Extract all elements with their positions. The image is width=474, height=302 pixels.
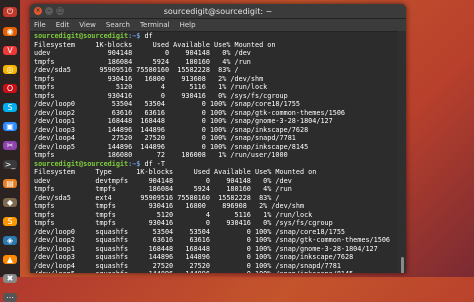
files-icon[interactable]: ▤ <box>3 179 17 188</box>
kodi-icon[interactable]: ◈ <box>3 236 17 245</box>
output-row: /dev/loop0 53504 53504 0 100% /snap/core… <box>34 100 300 108</box>
output-row: /dev/sda5 ext4 95909516 75580160 1558222… <box>34 193 280 202</box>
output-row: /dev/sda5 95909516 75580160 15582228 83%… <box>34 66 239 74</box>
prompt-user: sourcedigit@sourcedigit <box>34 159 129 168</box>
sublime-icon[interactable]: S <box>3 217 17 226</box>
output-row: /dev/loop3 squashfs 144896 144896 0 100%… <box>34 253 354 261</box>
output-row: /dev/loop4 squashfs 27520 27520 0 100% /… <box>34 261 341 270</box>
close-icon[interactable]: × <box>34 7 42 15</box>
output-row: /dev/loop4 27520 27520 0 100% /snap/snap… <box>34 134 296 142</box>
output-header: Filesystem Type 1K-blocks Used Available… <box>34 168 317 176</box>
prompt-path: :~$ <box>128 159 141 168</box>
output-row: /dev/loop3 144896 144896 0 100% /snap/in… <box>34 125 309 134</box>
scrollbar[interactable] <box>398 31 406 273</box>
output-row: /dev/loop5 squashfs 144896 144896 0 100%… <box>34 270 394 273</box>
output-row: tmpfs tmpfs 930416 0 930416 0% /sys/fs/c… <box>34 219 333 227</box>
output-row: /dev/loop1 squashfs 168448 168448 0 100%… <box>34 244 378 253</box>
gimp-icon[interactable]: ◆ <box>3 198 17 207</box>
scrollbar-thumb[interactable] <box>401 257 404 273</box>
maximize-icon[interactable]: □ <box>56 7 64 15</box>
output-row: /dev/loop5 144896 144896 0 100% /snap/in… <box>34 142 309 151</box>
window-title: sourcedigit@sourcedigit: ~ <box>163 6 273 16</box>
output-row: tmpfs 186080 72 186008 1% /run/user/1000 <box>34 151 288 159</box>
terminal-window: × – □ sourcedigit@sourcedigit: ~ File Edi… <box>30 4 406 273</box>
output-row: udev devtmpfs 904148 0 904148 0% /dev <box>34 176 292 185</box>
vivaldi-icon[interactable]: V <box>3 46 17 55</box>
output-row: tmpfs 5120 4 5116 1% /run/lock <box>34 83 268 91</box>
opera-icon[interactable]: O <box>3 84 17 93</box>
terminal-icon[interactable]: >_ <box>3 160 17 169</box>
output-row: /dev/loop2 63616 63616 0 100% /snap/gtk-… <box>34 108 345 117</box>
vlc-icon[interactable]: ▲ <box>3 255 17 264</box>
output-row: tmpfs 186084 5924 180160 4% /run <box>34 57 251 66</box>
zoom-icon[interactable]: ▣ <box>3 122 17 131</box>
output-row: tmpfs 930416 16800 913608 2% /dev/shm <box>34 74 264 83</box>
minimize-icon[interactable]: – <box>45 7 53 15</box>
command-line: sourcedigit@sourcedigit:~$ df <box>34 32 394 41</box>
terminal-output[interactable]: sourcedigit@sourcedigit:~$ df Filesystem… <box>30 31 398 273</box>
output-row: tmpfs 930416 0 930416 0% /sys/fs/cgroup <box>34 91 288 100</box>
command-text: df <box>140 32 153 40</box>
menu-search[interactable]: Search <box>106 21 130 29</box>
output-row: tmpfs tmpfs 186084 5924 180160 4% /run <box>34 185 292 193</box>
menu-help[interactable]: Help <box>180 21 196 29</box>
menu-terminal[interactable]: Terminal <box>140 21 170 29</box>
output-row: /dev/loop1 168448 168448 0 100% /snap/gn… <box>34 117 333 125</box>
window-controls: × – □ <box>34 7 64 15</box>
menu-view[interactable]: View <box>79 21 96 29</box>
command-text: df -T <box>140 159 165 168</box>
output-row: udev 904148 0 904148 0% /dev <box>34 49 251 57</box>
chrome-icon[interactable]: ◎ <box>3 65 17 74</box>
output-header: Filesystem 1K-blocks Used Available Use%… <box>34 40 276 49</box>
power-icon[interactable]: ⏻ <box>3 7 17 17</box>
prompt-path: :~$ <box>128 32 141 40</box>
menu-edit[interactable]: Edit <box>56 21 70 29</box>
prompt-user: sourcedigit@sourcedigit <box>34 32 129 40</box>
screenshot-icon[interactable]: ✂ <box>3 141 17 150</box>
output-row: /dev/loop2 squashfs 63616 63616 0 100% /… <box>34 236 391 244</box>
output-row: /dev/loop0 squashfs 53504 53504 0 100% /… <box>34 227 345 236</box>
output-row: tmpfs tmpfs 5120 4 5116 1% /run/lock <box>34 210 313 219</box>
title-bar[interactable]: × – □ sourcedigit@sourcedigit: ~ <box>30 4 406 19</box>
firefox-icon[interactable]: ◉ <box>3 27 17 36</box>
trash-icon[interactable]: ✖ <box>3 274 17 283</box>
skype-icon[interactable]: S <box>3 103 17 112</box>
menu-file[interactable]: File <box>34 21 46 29</box>
output-row: tmpfs tmpfs 930416 16800 896908 2% /dev/… <box>34 202 305 210</box>
apps-icon[interactable]: ⋯ <box>3 293 17 302</box>
dock: ⏻ ◉ V ◎ O S ▣ ✂ >_ ▤ ◆ S ◈ ▲ ✖ ⋯ <box>0 0 20 302</box>
command-line: sourcedigit@sourcedigit:~$ df -T <box>34 160 394 169</box>
